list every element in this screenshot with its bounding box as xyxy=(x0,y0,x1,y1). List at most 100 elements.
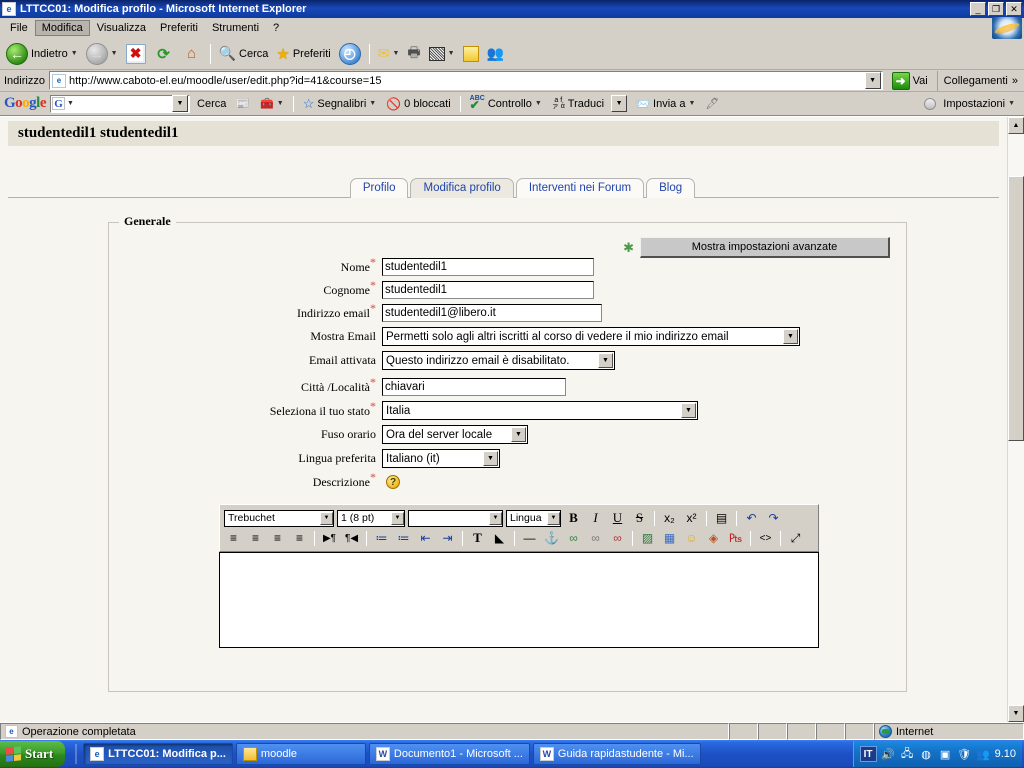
font-color-button[interactable]: T xyxy=(468,529,487,547)
chevron-down-icon[interactable]: ▼ xyxy=(511,427,526,442)
show-advanced-button[interactable]: Mostra impostazioni avanzate xyxy=(640,237,890,258)
input-indirizzo-email[interactable]: studentedil1@libero.it xyxy=(382,304,602,322)
menu-visualizza[interactable]: Visualizza xyxy=(90,20,153,36)
select-fuso-orario[interactable]: Ora del server locale ▼ xyxy=(382,425,528,444)
text-direction-ltr-button[interactable]: ▶¶ xyxy=(320,529,339,547)
forward-button[interactable]: → ▼ xyxy=(82,40,122,68)
mail-dropdown-icon[interactable]: ▼ xyxy=(392,50,399,57)
menu-strumenti[interactable]: Strumenti xyxy=(205,20,266,36)
align-left-button[interactable]: ≡ xyxy=(224,529,243,547)
insert-table-button[interactable]: ▦ xyxy=(660,529,679,547)
text-direction-rtl-button[interactable]: ¶◀ xyxy=(342,529,361,547)
google-history-dropdown-button[interactable]: ▼ xyxy=(172,95,189,112)
search-button[interactable]: 🔍 Cerca xyxy=(215,40,273,68)
links-overflow-icon[interactable]: » xyxy=(1012,75,1018,87)
address-input[interactable]: e http://www.caboto-el.eu/moodle/user/ed… xyxy=(48,71,883,90)
chevron-down-icon[interactable]: ▼ xyxy=(783,329,798,344)
chevron-down-icon[interactable]: ▼ xyxy=(320,511,333,525)
help-icon[interactable]: ? xyxy=(386,475,400,489)
start-button[interactable]: Start xyxy=(0,741,66,767)
taskbar-clock[interactable]: 9.10 xyxy=(995,748,1016,760)
input-nome[interactable]: studentedil1 xyxy=(382,258,594,276)
align-right-button[interactable]: ≡ xyxy=(268,529,287,547)
mail-button[interactable]: ✉ ▼ xyxy=(374,40,404,68)
home-button[interactable]: ⌂ xyxy=(178,40,206,68)
tab-modifica-profilo[interactable]: Modifica profilo xyxy=(410,178,514,198)
insert-resource-button[interactable]: ₧ xyxy=(726,529,745,547)
redo-button[interactable]: ↷ xyxy=(764,509,783,527)
security-zone-cell[interactable]: Internet xyxy=(874,723,1024,740)
close-button[interactable]: ✕ xyxy=(1006,2,1022,16)
google-search-label[interactable]: Cerca xyxy=(194,98,229,110)
back-button[interactable]: ← Indietro ▼ xyxy=(2,40,82,68)
bold-button[interactable]: B xyxy=(564,509,583,527)
refresh-button[interactable]: ⟳ xyxy=(150,40,178,68)
google-translate-button[interactable]: a fァ ά Traduci xyxy=(549,97,607,110)
scrollbar-thumb[interactable] xyxy=(1008,176,1024,441)
align-justify-button[interactable]: ≡ xyxy=(290,529,309,547)
google-settings-button[interactable]: Impostazioni ▼ xyxy=(940,98,1018,110)
google-search-dropdown-icon[interactable]: ▼ xyxy=(67,100,74,107)
chevron-down-icon[interactable]: ▼ xyxy=(391,511,404,525)
forward-dropdown-icon[interactable]: ▼ xyxy=(111,50,118,57)
google-bookmarks-button[interactable]: ☆ Segnalibri ▼ xyxy=(300,96,380,112)
horizontal-rule-button[interactable]: — xyxy=(520,529,539,547)
google-tools-icon[interactable]: 🧰 ▼ xyxy=(257,97,287,110)
anchor-button[interactable]: ⚓ xyxy=(542,529,561,547)
undo-button[interactable]: ↶ xyxy=(742,509,761,527)
messenger-tray-icon[interactable]: 👥 xyxy=(976,747,991,762)
taskbar-item-moodle[interactable]: F moodle xyxy=(235,743,366,765)
insert-media-button[interactable]: ◈ xyxy=(704,529,723,547)
editor-font-size-select[interactable]: 1 (8 pt) ▼ xyxy=(337,509,405,527)
network-icon[interactable]: 🖧 xyxy=(900,747,915,762)
print-button[interactable]: 🖶 xyxy=(403,40,424,68)
scroll-down-button[interactable]: ▼ xyxy=(1008,705,1024,722)
scroll-up-button[interactable]: ▲ xyxy=(1008,117,1024,134)
background-color-button[interactable]: ◣ xyxy=(490,529,509,547)
ordered-list-button[interactable]: ≔ xyxy=(372,529,391,547)
chevron-down-icon[interactable]: ▼ xyxy=(681,403,696,418)
tab-profilo[interactable]: Profilo xyxy=(349,178,409,198)
menu-preferiti[interactable]: Preferiti xyxy=(153,20,205,36)
google-search-input[interactable]: G ▼ ▼ xyxy=(50,94,191,113)
address-dropdown-button[interactable]: ▼ xyxy=(864,72,881,89)
note-button[interactable] xyxy=(459,40,483,68)
select-stato[interactable]: Italia ▼ xyxy=(382,401,698,420)
fullscreen-button[interactable]: ⤢ xyxy=(786,529,805,547)
select-email-attivata[interactable]: Questo indirizzo email è disabilitato. ▼ xyxy=(382,351,615,370)
subscript-button[interactable]: x₂ xyxy=(660,509,679,527)
italic-button[interactable]: I xyxy=(586,509,605,527)
back-dropdown-icon[interactable]: ▼ xyxy=(71,50,78,57)
underline-button[interactable]: U xyxy=(608,509,627,527)
html-source-button[interactable]: <> xyxy=(756,529,775,547)
language-indicator[interactable]: IT xyxy=(859,746,877,762)
superscript-button[interactable]: x² xyxy=(682,509,701,527)
stop-button[interactable]: ✖ xyxy=(122,40,150,68)
unlink-button[interactable]: ∞ xyxy=(586,529,605,547)
chevron-down-icon[interactable]: ▼ xyxy=(489,511,502,525)
taskbar-item-ie[interactable]: e LTTCC01: Modifica p... xyxy=(83,743,233,765)
select-lingua-preferita[interactable]: Italiano (it) ▼ xyxy=(382,449,500,468)
remove-link-button[interactable]: ∞ xyxy=(608,529,627,547)
edit-dropdown-icon[interactable]: ▼ xyxy=(448,50,455,57)
google-translate-dropdown-button[interactable]: ▼ xyxy=(611,95,628,112)
volume-icon[interactable]: 🔊 xyxy=(881,747,896,762)
select-mostra-email[interactable]: Permetti solo agli altri iscritti al cor… xyxy=(382,327,800,346)
input-citta-localita[interactable]: chiavari xyxy=(382,378,566,396)
editor-format-select[interactable]: ▼ xyxy=(408,509,503,527)
chevron-down-icon[interactable]: ▼ xyxy=(483,451,498,466)
minimize-button[interactable]: _ xyxy=(970,2,986,16)
vertical-scrollbar[interactable]: ▲ ▼ xyxy=(1007,117,1024,722)
unordered-list-button[interactable]: ≔ xyxy=(394,529,413,547)
tab-interventi-nei-forum[interactable]: Interventi nei Forum xyxy=(515,178,645,198)
editor-language-select[interactable]: Lingua ▼ xyxy=(506,509,561,527)
google-sendto-button[interactable]: 📨 Invia a ▼ xyxy=(632,97,698,111)
insert-image-button[interactable]: ▨ xyxy=(638,529,657,547)
links-bar-button[interactable]: Collegamenti » xyxy=(936,70,1024,91)
monitor-icon[interactable]: ▣ xyxy=(938,747,953,762)
taskbar-item-guida-rapida[interactable]: W Guida rapidastudente - Mi... xyxy=(532,743,701,765)
messenger-button[interactable]: 👥 xyxy=(483,40,508,68)
edit-button[interactable]: ▼ xyxy=(425,40,459,68)
editor-font-family-select[interactable]: Trebuchet ▼ xyxy=(224,509,334,527)
chevron-down-icon[interactable]: ▼ xyxy=(598,353,613,368)
